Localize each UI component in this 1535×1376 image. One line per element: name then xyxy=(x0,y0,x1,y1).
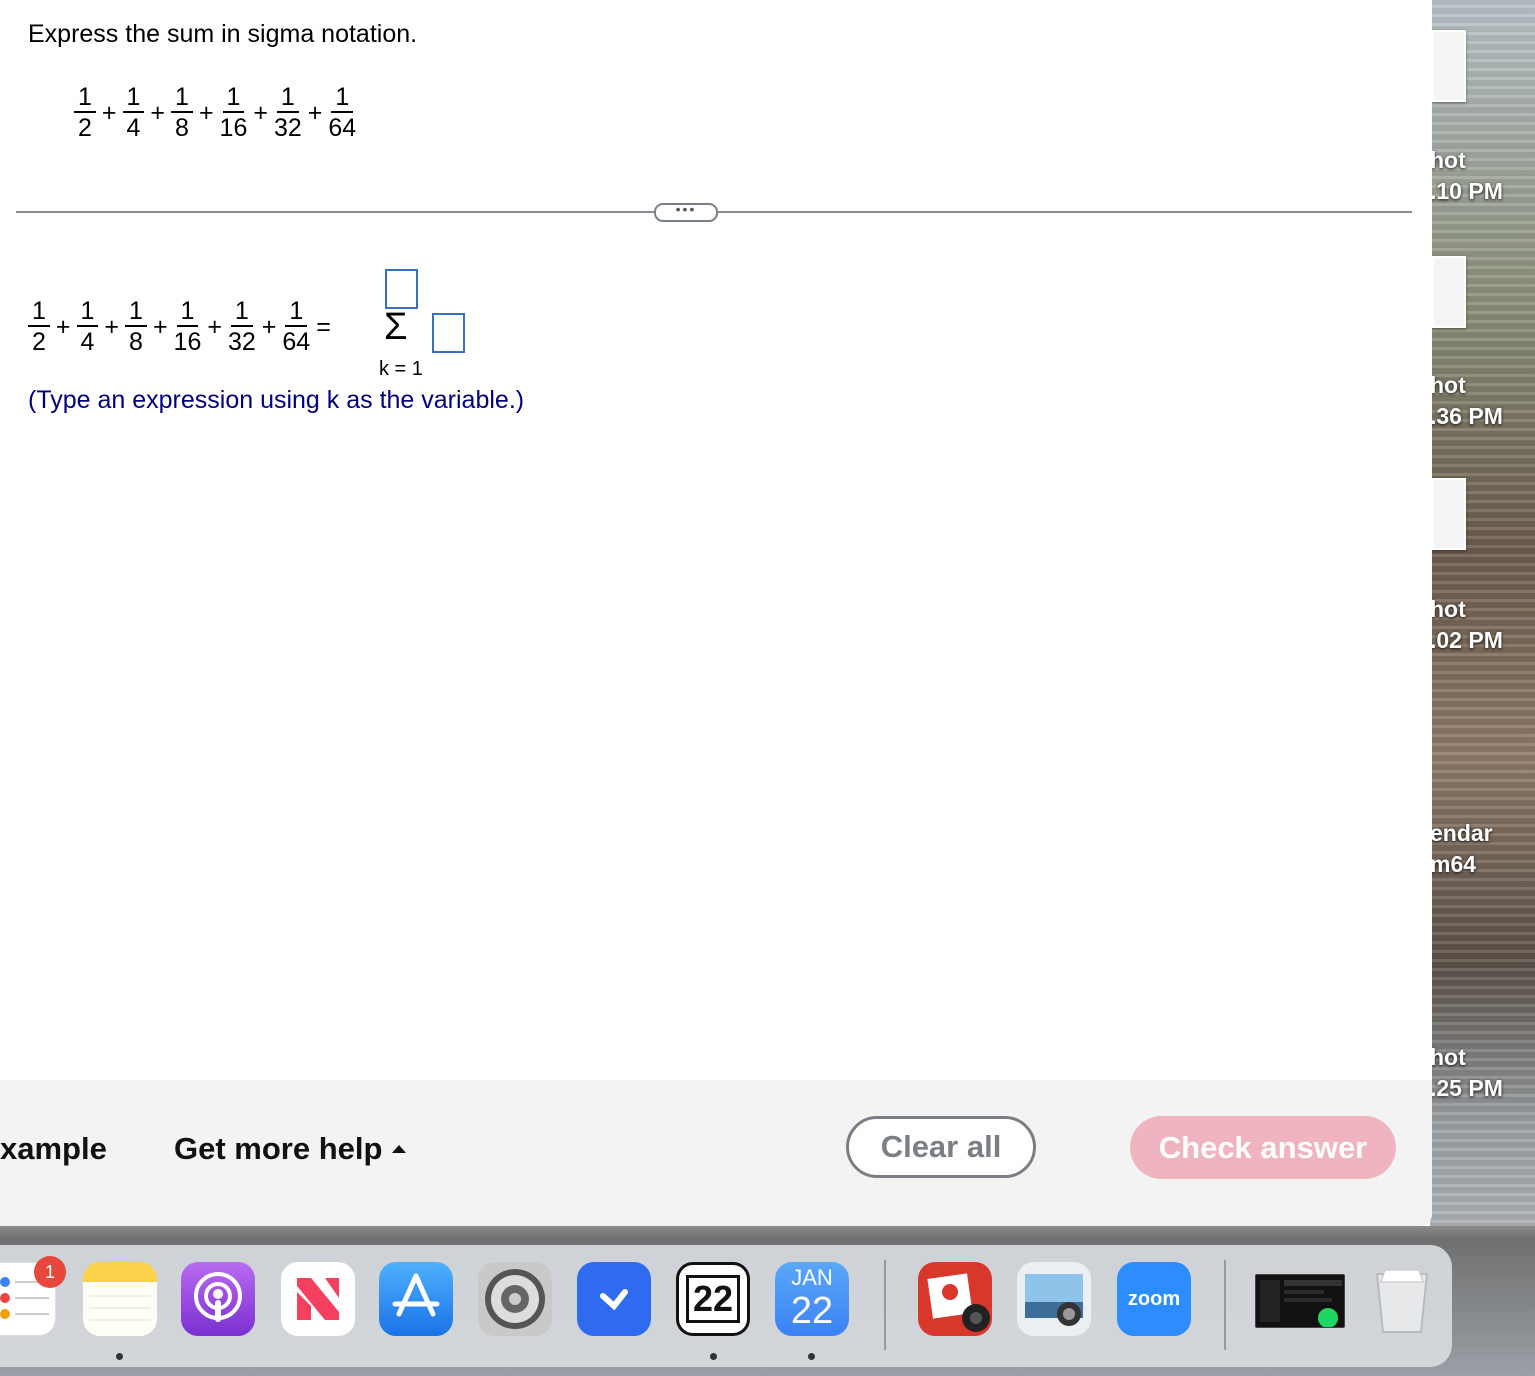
calendar-icon[interactable]: JAN 22 xyxy=(775,1262,849,1336)
equals-sign: = xyxy=(316,312,331,341)
plus-sign: + xyxy=(253,98,268,127)
trash-icon[interactable] xyxy=(1365,1262,1439,1336)
spotify-window-icon[interactable] xyxy=(1255,1274,1345,1328)
plus-sign: + xyxy=(307,98,323,127)
preview-icon[interactable] xyxy=(1017,1262,1091,1336)
check-answer-button[interactable]: Check answer xyxy=(1130,1116,1396,1179)
clear-all-button[interactable]: Clear all xyxy=(846,1116,1036,1178)
fraction: 14 xyxy=(122,83,145,143)
zoom-label: zoom xyxy=(1127,1287,1181,1310)
running-indicator xyxy=(116,1353,123,1360)
divider-handle[interactable]: ••• xyxy=(654,202,718,222)
fraction: 1 32 xyxy=(273,83,302,142)
desktop-screenshot-thumbnail[interactable] xyxy=(1432,30,1466,102)
summand-expression-input[interactable] xyxy=(432,313,465,353)
plus-sign: + xyxy=(150,98,166,127)
get-more-help-label: Get more help xyxy=(174,1131,383,1166)
plus-sign: + xyxy=(152,312,168,341)
calendar-month: JAN xyxy=(791,1265,833,1290)
desktop-file-label[interactable]: hot xyxy=(1430,1042,1535,1073)
app-store-icon[interactable] xyxy=(379,1262,453,1336)
desktop-file-label[interactable]: hot xyxy=(1430,370,1535,401)
question-title: Express the sum in sigma notation. xyxy=(28,20,418,48)
question-series: 12 + 14 + 18 + 1 16 + 1 32 + 1 64 xyxy=(74,83,356,143)
fraction: 1 16 xyxy=(219,83,248,142)
fraction: 1 16 xyxy=(173,297,202,356)
fraction: 18 xyxy=(125,297,147,357)
desktop-file-label[interactable]: m64 xyxy=(1430,849,1535,880)
news-icon[interactable] xyxy=(281,1262,355,1336)
calendar-day: 22 xyxy=(790,1290,834,1332)
desktop-file-label[interactable]: hot xyxy=(1430,145,1535,176)
instruction-text: (Type an expression using k as the varia… xyxy=(28,386,525,414)
desktop-file-label[interactable]: .10 PM xyxy=(1430,176,1535,207)
plus-sign: + xyxy=(55,312,71,341)
fraction: 12 xyxy=(28,297,50,357)
fraction: 1 32 xyxy=(227,297,256,356)
plus-sign: + xyxy=(104,312,120,341)
fraction: 1 64 xyxy=(328,83,357,142)
zoom-icon[interactable]: zoom xyxy=(1117,1262,1191,1336)
sigma-symbol: Σ xyxy=(384,306,408,348)
plus-sign: + xyxy=(101,98,117,127)
get-more-help-menu[interactable]: Get more help xyxy=(174,1131,407,1167)
dark-calendar-icon[interactable]: 22 xyxy=(676,1262,750,1336)
desktop-file-label[interactable]: endar xyxy=(1430,818,1535,849)
caret-up-icon xyxy=(392,1145,407,1153)
dark-calendar-day: 22 xyxy=(685,1275,741,1323)
desktop-file-label[interactable]: .02 PM xyxy=(1430,625,1535,656)
desktop-file-label[interactable]: .25 PM xyxy=(1430,1073,1535,1104)
podcasts-icon[interactable] xyxy=(181,1262,255,1336)
photo-booth-icon[interactable] xyxy=(918,1262,992,1336)
plus-sign: + xyxy=(198,98,214,127)
view-example-link[interactable]: xample xyxy=(0,1131,107,1167)
running-indicator xyxy=(710,1353,717,1360)
testflight-icon[interactable] xyxy=(577,1262,651,1336)
sigma-lower-limit: k = 1 xyxy=(379,358,423,380)
notes-icon[interactable] xyxy=(83,1262,157,1336)
notification-badge: 1 xyxy=(34,1256,66,1288)
running-indicator xyxy=(808,1353,815,1360)
upper-limit-input[interactable] xyxy=(385,269,418,309)
answer-series: 12 + 14 + 18 + 1 16 + 1 32 + 1 64 = xyxy=(28,297,337,357)
desktop-screenshot-thumbnail[interactable] xyxy=(1432,478,1466,550)
fraction: 14 xyxy=(76,297,99,357)
dock-separator xyxy=(1224,1260,1226,1350)
fraction: 1 64 xyxy=(282,297,311,356)
dock-separator xyxy=(884,1260,886,1350)
desktop-file-label[interactable]: .36 PM xyxy=(1430,401,1535,432)
desktop-file-label[interactable]: hot xyxy=(1430,594,1535,625)
plus-sign: + xyxy=(261,312,277,341)
fraction: 18 xyxy=(171,83,193,143)
fraction: 12 xyxy=(74,83,96,143)
desktop-screenshot-thumbnail[interactable] xyxy=(1432,256,1466,328)
homework-window: Express the sum in sigma notation. 12 + … xyxy=(0,0,1432,1226)
plus-sign: + xyxy=(207,312,222,341)
system-settings-icon[interactable] xyxy=(478,1262,552,1336)
